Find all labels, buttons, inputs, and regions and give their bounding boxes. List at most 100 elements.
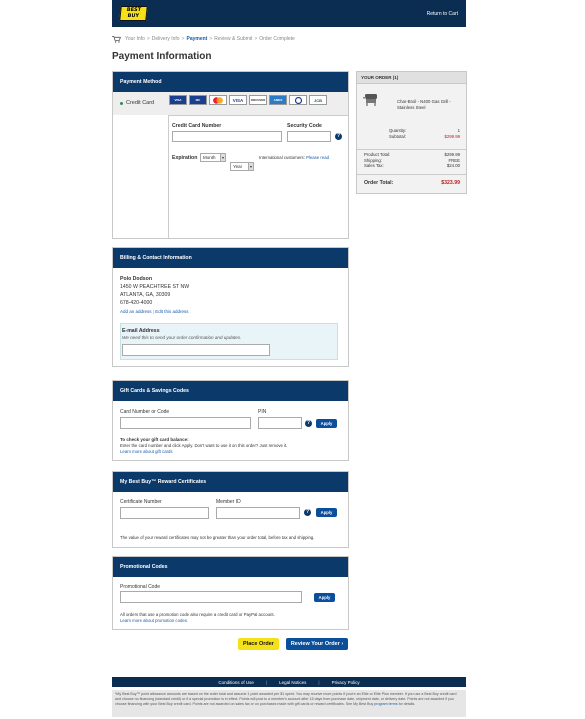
payment-left-panel [113,115,168,238]
billing-phone: 678-420-4000 [120,300,153,306]
expiration-month-select[interactable]: Month ▾ [200,153,226,162]
place-order-button[interactable]: Place Order [238,638,279,650]
order-item-name: Char-Broil - N400 Gas Grill - Stainless … [397,99,451,110]
order-summary-heading: YOUR ORDER (1) [357,72,466,84]
gift-card-number-input[interactable] [120,417,251,429]
sales-tax-row: Sales Tax: $24.00 [357,163,467,169]
card-logos: VISA MC VISA DISCOVER AMEX JCB [169,95,327,105]
chevron-down-icon: ▾ [248,163,253,170]
page-title: Payment Information [112,51,212,62]
grill-product-image [363,94,377,106]
step-your-info: Your Info [125,36,145,42]
legal-notices-link[interactable]: Legal Notices [279,680,306,685]
billing-address-line2: ATLANTA, GA, 30309 [120,292,171,298]
gift-cards-heading: Gift Cards & Savings Codes [113,381,348,401]
year-select-value: Year [233,164,243,169]
promo-heading: Promotional Codes [113,557,348,577]
member-id-label: Member ID [216,499,241,505]
gift-pin-label: PIN [258,409,267,415]
expiration-label: Expiration [172,155,198,161]
summary-divider [357,174,466,175]
member-id-help-icon[interactable]: ? [304,509,311,516]
step-order-complete: Order Complete [259,36,295,42]
step-separator: > [209,36,213,42]
please-read-link[interactable]: Please read [306,155,329,160]
site-header: BEST BUY Return to Cart [112,0,466,27]
best-buy-logo[interactable]: BEST BUY [119,6,148,21]
mastercard-card-icon: MC [189,95,207,105]
footer-disclaimer: *My Best Buy™ point allowance amounts ar… [112,690,466,717]
certificate-number-input[interactable] [120,507,209,519]
card-number-label: Credit Card Number [172,123,222,129]
step-payment: Payment [186,36,208,42]
member-id-input[interactable] [216,507,300,519]
privacy-policy-link[interactable]: Privacy Policy [332,680,360,685]
mastercard-icon [209,95,227,105]
subtotal-row: Subtotal: $299.99 [357,134,467,140]
step-review-submit: Review & Submit [214,36,253,42]
month-select-value: Month [203,155,216,160]
card-number-input[interactable] [172,131,282,142]
diners-club-icon [289,95,307,105]
gift-card-number-label: Card Number or Code [120,409,170,415]
step-separator: > [181,36,185,42]
add-address-link[interactable]: Add an address [120,309,152,314]
order-total-row: Order Total: $323.99 [357,180,467,186]
email-input[interactable] [122,344,270,356]
amex-icon: AMEX [269,95,287,105]
billing-heading: Billing & Contact Information [113,248,348,268]
promo-code-label: Promotional Code [120,584,161,590]
checkout-steps: Your Info > Delivery Info > Payment > Re… [112,35,295,43]
address-links: Add an address | Edit this address [120,309,189,314]
conditions-of-use-link[interactable]: Conditions of Use [218,680,254,685]
chevron-down-icon: ▾ [220,154,225,161]
footer-divider: | [318,679,320,685]
rewards-note: The value of your reward certificates ma… [120,535,315,540]
gift-cards-section: Gift Cards & Savings Codes Card Number o… [112,380,349,461]
link-divider: | [152,309,154,314]
sales-tax-label: Sales Tax: [364,163,384,168]
international-note-text: International customers: [259,155,305,160]
subtotal-label: Subtotal: [389,133,406,139]
rewards-apply-button[interactable]: Apply [316,508,337,517]
cart-icon [112,35,121,43]
step-separator: > [146,36,150,42]
gift-pin-input[interactable] [258,417,302,429]
disclaimer-end: for details. [397,702,416,706]
edit-address-link[interactable]: Edit this address [155,309,188,314]
footer-nav: Conditions of Use | Legal Notices | Priv… [112,677,466,687]
credit-card-radio[interactable] [120,102,123,105]
gift-pin-help-icon[interactable]: ? [305,420,312,427]
visa-icon: VISA [229,95,247,105]
jcb-icon: JCB [309,95,327,105]
order-total-label: Order Total: [364,180,394,186]
promo-code-input[interactable] [120,591,302,603]
subtotal-value: $299.99 [444,133,460,139]
footer-divider: | [265,679,268,685]
billing-name: Polo Dodson [120,276,152,282]
gift-learn-more-link[interactable]: Learn more about gift cards [120,449,173,454]
order-total-value: $323.99 [441,180,460,186]
gift-balance-text: Enter the card number and click Apply. D… [120,443,288,448]
gift-balance-heading: To check your gift card balance: [120,437,189,442]
totals-block: Product Total: $299.99 Shipping: FREE Sa… [357,152,467,169]
promo-apply-button[interactable]: Apply [314,593,335,602]
security-code-input[interactable] [287,131,331,142]
security-code-label: Security Code [287,123,322,129]
certificate-number-label: Certificate Number [120,499,162,505]
promo-learn-more-link[interactable]: Learn more about promotion codes. [120,618,188,623]
credit-card-tab[interactable]: Credit Card [113,92,168,115]
program-terms-link[interactable]: program terms [374,702,397,706]
international-note: International customers: Please read [259,155,329,160]
email-label: E-mail Address [122,328,160,334]
step-delivery-info: Delivery Info [151,36,180,42]
email-box: E-mail Address We need this to send your… [120,323,338,360]
email-note: We need this to send your order confirma… [122,335,242,340]
return-to-cart-link[interactable]: Return to Cart [427,11,458,17]
expiration-year-select[interactable]: Year ▾ [230,162,254,171]
billing-section: Billing & Contact Information Polo Dodso… [112,247,349,367]
gift-apply-button[interactable]: Apply [316,419,337,428]
security-code-help-icon[interactable]: ? [335,133,342,140]
discover-icon: DISCOVER [249,95,267,105]
review-order-button[interactable]: Review Your Order › [286,638,348,650]
